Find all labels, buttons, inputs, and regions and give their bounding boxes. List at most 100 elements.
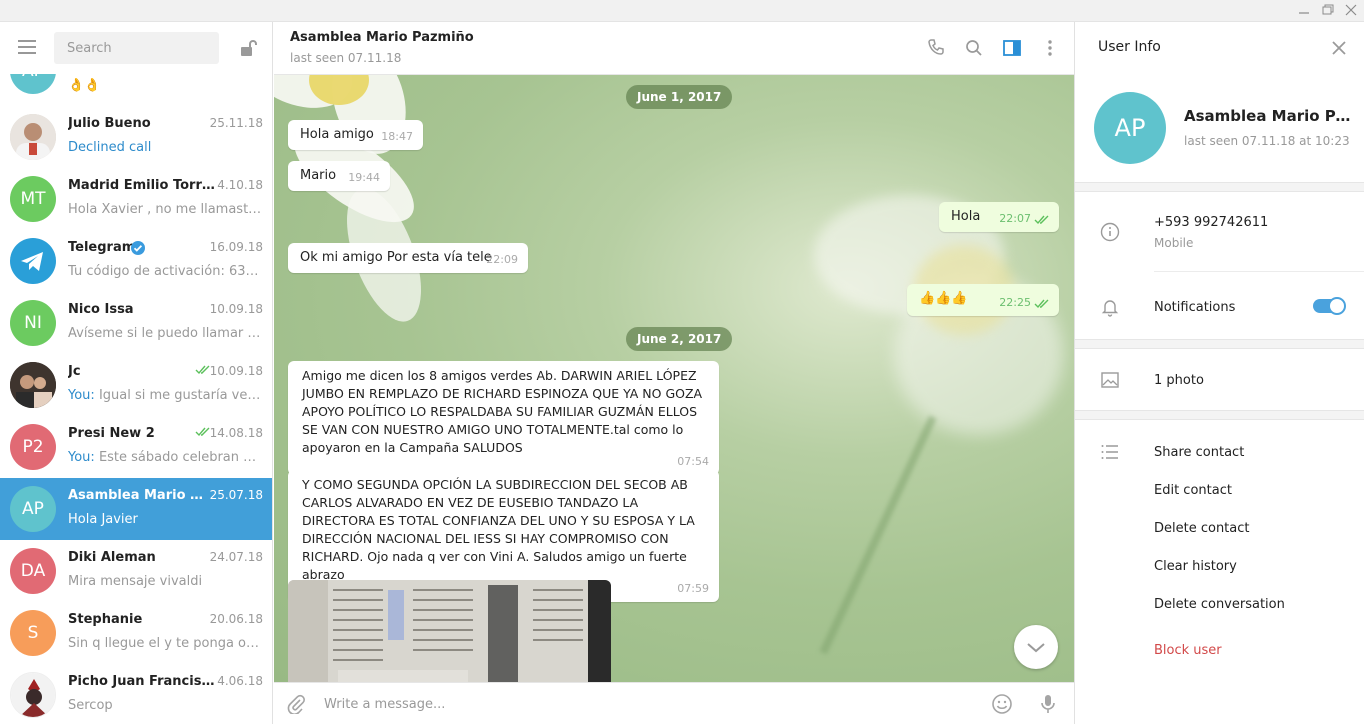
chat-preview: Tu código de activación: 63664 … [68,264,264,279]
message-time: 22:09 [486,253,518,266]
sidebar-toggle-icon[interactable] [1002,38,1022,58]
message-text: Hola [951,209,981,224]
message-bubble-in[interactable]: Amigo me dicen los 8 amigos verdes Ab. D… [288,361,719,475]
avatar: NI [10,300,56,346]
edit-contact-button[interactable]: Edit contact [1154,483,1232,498]
delete-conversation-button[interactable]: Delete conversation [1154,597,1285,612]
microphone-icon[interactable] [1038,693,1058,715]
newspaper-photo [288,580,611,682]
chat-row[interactable]: NI Nico Issa 10.09.18 Avíseme si le pued… [0,292,272,354]
minimize-icon[interactable] [1296,3,1312,17]
avatar: S [10,610,56,656]
chevron-down-icon [1027,643,1045,653]
restore-icon[interactable] [1320,3,1336,17]
message-time: 22:25 [999,296,1031,309]
phone-number[interactable]: +593 992742611 [1154,215,1268,230]
delete-contact-button[interactable]: Delete contact [1154,521,1250,536]
chat-name: Telegram [68,240,136,255]
message-bubble-in[interactable]: Mario 19:44 [288,161,390,191]
shared-photos-link[interactable]: 1 photo [1154,373,1204,388]
chat-date: 16.09.18 [209,240,263,254]
message-text: Mario [300,168,337,183]
search-input[interactable] [54,32,219,64]
attach-icon[interactable] [286,694,306,714]
message-bubble-out[interactable]: Hola 22:07 [939,202,1059,232]
user-info-panel: User Info AP Asamblea Mario Pa… last see… [1074,22,1364,724]
section-divider [1075,410,1364,420]
notifications-toggle[interactable] [1313,297,1346,315]
message-time: 18:47 [381,130,413,143]
you-label: You: [68,450,95,465]
preview-text: Este sábado celebran 4 a… [98,450,264,465]
telegram-window: AP 👌👌 Julio Bueno 25.11.18 Declined call… [0,0,1364,724]
chat-row[interactable]: P2 Presi New 2 14.08.18 You: Este sábado… [0,416,272,478]
message-time: 22:07 [999,212,1031,225]
chat-row[interactable]: Julio Bueno 25.11.18 Declined call [0,106,272,168]
chat-row[interactable]: Telegram 16.09.18 Tu código de activació… [0,230,272,292]
chat-name: Diki Aleman [68,550,156,565]
message-bubble-in[interactable]: Hola amigo 18:47 [288,120,423,150]
chat-preview: Avíseme si le puedo llamar por … [68,326,264,341]
photo-icon [1101,372,1119,388]
chat-panel: Asamblea Mario Pazmiño last seen 07.11.1… [274,22,1074,724]
more-icon[interactable] [1040,38,1060,58]
profile-name: Asamblea Mario Pa… [1184,107,1354,125]
chat-preview: Sin q llegue el y te ponga obstá… [68,636,264,651]
hamburger-menu-icon[interactable] [17,39,37,55]
chat-row-active[interactable]: AP Asamblea Mario Paz… 25.07.18 Hola Jav… [0,478,272,540]
scroll-down-button[interactable] [1014,625,1058,669]
peer-name[interactable]: Asamblea Mario Pazmiño [290,30,474,45]
chat-date: 24.07.18 [209,550,263,564]
message-bubble-in[interactable]: Ok mi amigo Por esta vía tele 22:09 [288,243,528,273]
message-text: Ok mi amigo Por esta vía tele [300,250,492,265]
avatar: MT [10,176,56,222]
emoji-icon[interactable] [991,693,1013,715]
chat-date: 14.08.18 [209,426,263,440]
message-area[interactable]: June 1, 2017 Hola amigo 18:47 Mario 19:4… [274,75,1074,682]
block-user-button[interactable]: Block user [1154,643,1222,658]
avatar: DA [10,548,56,594]
search-icon[interactable] [964,38,984,58]
chat-name: Picho Juan Francisco [68,674,218,689]
chat-name: Stephanie [68,612,143,627]
phone-label: Mobile [1154,236,1194,250]
avatar [10,362,56,408]
telegram-logo-icon [10,238,56,284]
lock-icon[interactable] [238,38,258,58]
chat-header: Asamblea Mario Pazmiño last seen 07.11.1… [274,22,1074,75]
profile-last-seen: last seen 07.11.18 at 10:23 [1184,134,1350,148]
sidebar-header [0,22,272,74]
chat-row[interactable]: Picho Juan Francisco 4.06.18 Sercop [0,664,272,724]
chat-row[interactable]: Jc 10.09.18 You: Igual si me gustaría ve… [0,354,272,416]
message-input[interactable] [324,691,964,717]
close-icon[interactable] [1343,3,1359,17]
chat-name: Julio Bueno [68,116,151,131]
chat-name: Jc [68,364,81,379]
chat-row[interactable]: S Stephanie 20.06.18 Sin q llegue el y t… [0,602,272,664]
phone-icon[interactable] [926,38,946,58]
message-bubble-out[interactable]: 👍👍👍 22:25 [907,284,1059,316]
chat-preview: You: Este sábado celebran 4 a… [68,450,264,465]
photo-message[interactable] [288,580,611,682]
avatar: P2 [10,424,56,470]
preview-text: Igual si me gustaría verlo s… [98,388,264,403]
chat-name: Nico Issa [68,302,134,317]
message-time: 07:54 [677,455,709,468]
read-check-icon [1034,299,1049,309]
chat-list-sidebar: AP 👌👌 Julio Bueno 25.11.18 Declined call… [0,22,273,724]
chat-row[interactable]: DA Diki Aleman 24.07.18 Mira mensaje viv… [0,540,272,602]
clear-history-button[interactable]: Clear history [1154,559,1237,574]
you-label: You: [68,388,95,403]
profile-avatar[interactable]: AP [1094,92,1166,164]
close-icon[interactable] [1330,39,1348,57]
avatar [10,672,56,718]
date-separator: June 1, 2017 [626,85,733,109]
message-text: Amigo me dicen los 8 amigos verdes Ab. D… [302,368,703,455]
share-contact-button[interactable]: Share contact [1154,445,1244,460]
chat-date: 25.11.18 [209,116,263,130]
section-divider [1075,339,1364,349]
notifications-label: Notifications [1154,300,1236,315]
date-separator: June 2, 2017 [626,327,733,351]
chat-row[interactable]: MT Madrid Emilio Torres 4.10.18 Hola Xav… [0,168,272,230]
chat-date: 25.07.18 [209,488,263,502]
